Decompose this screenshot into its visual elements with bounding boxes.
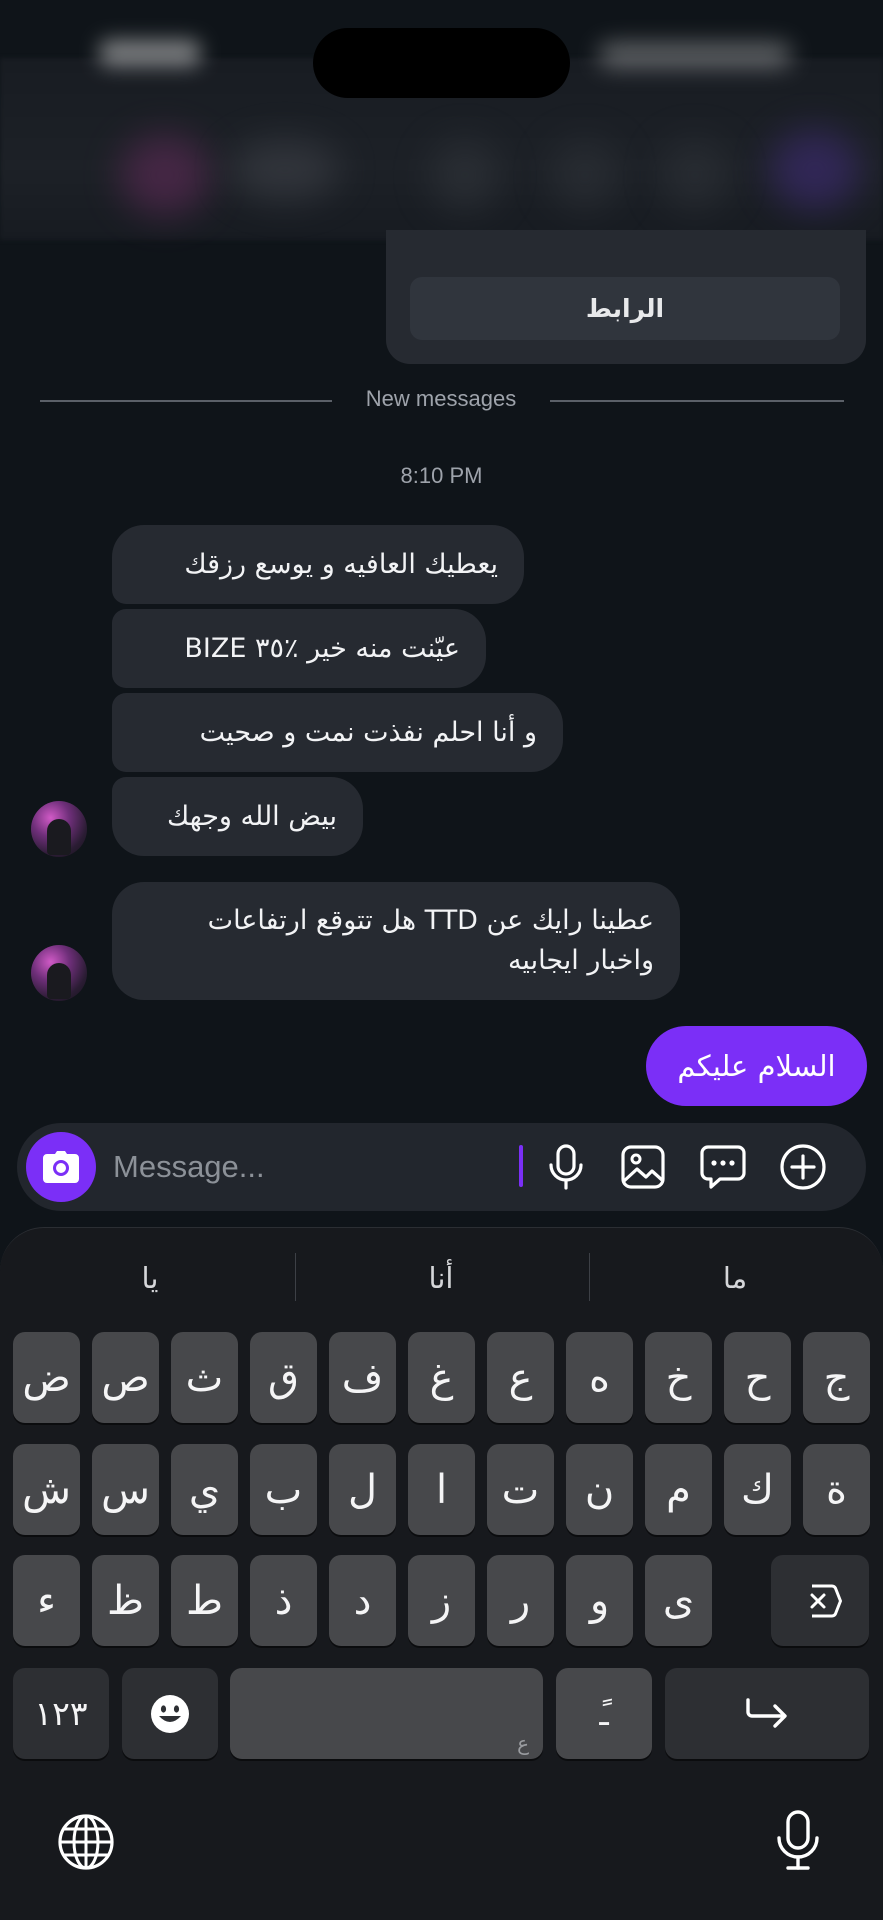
key[interactable]: ن (566, 1444, 633, 1535)
message-composer (17, 1123, 866, 1211)
return-arrow-icon (746, 1697, 787, 1728)
key[interactable]: ث (171, 1332, 238, 1423)
link-button[interactable]: الرابط (410, 277, 840, 340)
sticker-button[interactable] (695, 1139, 751, 1195)
key[interactable]: ف (329, 1332, 396, 1423)
key[interactable]: ء (13, 1555, 80, 1646)
dictation-button[interactable] (768, 1806, 828, 1876)
space-key[interactable]: ع (230, 1668, 543, 1759)
dynamic-island (313, 28, 570, 98)
camera-icon (43, 1151, 79, 1183)
suggestion-separator (295, 1253, 296, 1301)
new-messages-divider: New messages (365, 386, 517, 411)
divider-line (550, 400, 844, 402)
key[interactable]: م (645, 1444, 712, 1535)
incoming-message-bubble[interactable]: يعطيك العافيه و يوسع رزقك (112, 525, 524, 604)
key[interactable]: ذ (250, 1555, 317, 1646)
blurred-icon (430, 140, 500, 210)
key[interactable]: ة (803, 1444, 870, 1535)
gallery-button[interactable] (615, 1139, 671, 1195)
key[interactable]: ق (250, 1332, 317, 1423)
emoji-icon (151, 1694, 189, 1733)
key[interactable]: س (92, 1444, 159, 1535)
key[interactable]: ح (724, 1332, 791, 1423)
key[interactable]: ز (408, 1555, 475, 1646)
blurred-icon (770, 130, 860, 210)
incoming-message-bubble[interactable]: بيض الله وجهك (112, 777, 363, 856)
key[interactable]: ك (724, 1444, 791, 1535)
key[interactable]: ش (13, 1444, 80, 1535)
incoming-message-bubble[interactable]: عطينا رايك عن TTD هل تتوقع ارتفاعات واخب… (112, 882, 680, 1000)
key[interactable]: غ (408, 1332, 475, 1423)
key[interactable]: ت (487, 1444, 554, 1535)
key[interactable]: ص (92, 1332, 159, 1423)
key[interactable]: ى (645, 1555, 712, 1646)
text-caret (519, 1145, 523, 1187)
message-text-line: عطينا رايك عن TTD هل تتوقع ارتفاعات (207, 905, 654, 936)
key[interactable]: ر (487, 1555, 554, 1646)
message-text: و أنا احلم نفذت نمت و صحيت (199, 716, 537, 748)
key[interactable]: و (566, 1555, 633, 1646)
numbers-key[interactable]: ١٢٣ (13, 1668, 109, 1759)
backspace-icon (810, 1584, 842, 1617)
key[interactable]: ض (13, 1332, 80, 1423)
backspace-key[interactable] (771, 1555, 869, 1646)
message-text: بيض الله وجهك (167, 800, 337, 832)
microphone-icon (549, 1144, 583, 1190)
emoji-key[interactable] (122, 1668, 218, 1759)
sender-avatar[interactable] (31, 801, 87, 857)
suggestion-separator (589, 1253, 590, 1301)
key[interactable]: ط (171, 1555, 238, 1646)
sender-avatar[interactable] (31, 945, 87, 1001)
blurred-element (230, 140, 340, 200)
incoming-message-bubble[interactable]: و أنا احلم نفذت نمت و صحيت (112, 693, 563, 772)
microphone-button[interactable] (538, 1139, 594, 1195)
key[interactable]: ظ (92, 1555, 159, 1646)
blurred-icon (660, 140, 730, 210)
suggestion-item[interactable]: يا (35, 1256, 265, 1300)
key[interactable]: ه (566, 1332, 633, 1423)
message-timestamp: 8:10 PM (400, 463, 483, 488)
more-options-button[interactable] (775, 1139, 831, 1195)
key[interactable]: ب (250, 1444, 317, 1535)
divider-line (40, 400, 332, 402)
blurred-icon (550, 140, 620, 210)
message-text: عيّنت منه خير ٪٣٥ BIZE (184, 632, 460, 664)
incoming-message-bubble[interactable]: عيّنت منه خير ٪٣٥ BIZE (112, 609, 486, 688)
sticker-chat-icon (700, 1145, 746, 1189)
language-switch-button[interactable] (56, 1812, 116, 1872)
camera-button[interactable] (26, 1132, 96, 1202)
key[interactable]: ي (171, 1444, 238, 1535)
key[interactable]: ل (329, 1444, 396, 1535)
blurred-avatar (120, 135, 210, 215)
image-icon (621, 1145, 665, 1189)
message-text: السلام عليكم (677, 1049, 836, 1083)
key[interactable]: ا (408, 1444, 475, 1535)
message-text: يعطيك العافيه و يوسع رزقك (184, 548, 498, 580)
key[interactable]: ج (803, 1332, 870, 1423)
diacritic-key[interactable]: ًـ (556, 1668, 652, 1759)
message-text-line: واخبار ايجابيه (507, 945, 654, 976)
return-key[interactable] (665, 1668, 869, 1759)
shared-link-card: الرابط (386, 230, 866, 364)
outgoing-message-bubble[interactable]: السلام عليكم (646, 1026, 867, 1106)
dictation-microphone-icon (777, 1810, 819, 1870)
globe-icon (58, 1814, 114, 1870)
suggestion-item[interactable]: أنا (326, 1256, 556, 1300)
key[interactable]: ع (487, 1332, 554, 1423)
suggestion-item[interactable]: ما (620, 1256, 850, 1300)
blurred-clock (100, 40, 200, 66)
key[interactable]: خ (645, 1332, 712, 1423)
key[interactable]: د (329, 1555, 396, 1646)
message-input[interactable] (113, 1141, 513, 1193)
plus-icon (780, 1144, 826, 1190)
space-key-label: ع (517, 1731, 529, 1755)
blurred-status-icons (600, 44, 790, 66)
